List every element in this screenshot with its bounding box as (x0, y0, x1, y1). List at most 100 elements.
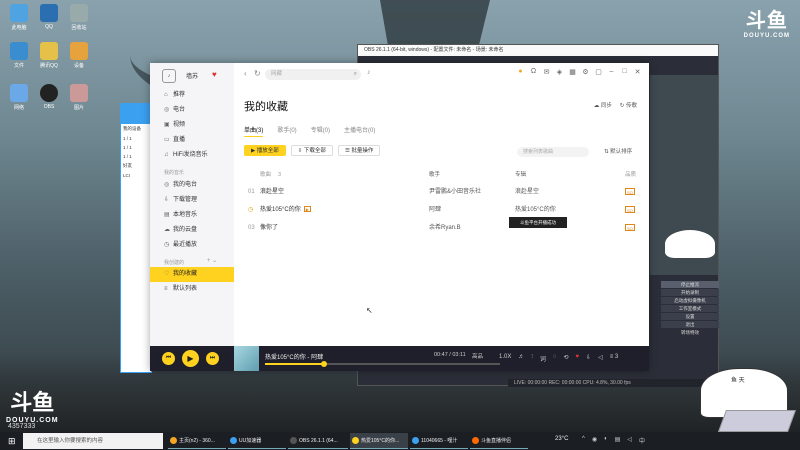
sidebar-item-cloud[interactable]: ☁ 我的云盘 (150, 223, 234, 238)
maximize-icon[interactable]: □ (621, 68, 628, 76)
progress-bar[interactable] (265, 361, 500, 367)
desktop-icon[interactable]: 文件 (4, 42, 34, 69)
download-icon[interactable]: ⇩ (586, 354, 591, 363)
volume-icon[interactable]: ◁ (598, 354, 603, 363)
next-button[interactable]: ⏭ (206, 352, 219, 365)
skin-icon[interactable]: ◈ (556, 68, 563, 76)
table-row[interactable]: 01 浪赴星空 尹雷鹏&小田音乐社 浪赴星空 SQ (244, 183, 639, 201)
qq-item[interactable]: LCI (121, 171, 151, 180)
table-row[interactable]: ◷ 热爱105°C的你 ▶ 阿肆 热爱105°C的你 SQ (244, 201, 639, 219)
download-all-button[interactable]: ⇩ 下载全部 (290, 145, 333, 156)
qq-item[interactable]: 1 / 1 (121, 134, 151, 143)
qq-panel[interactable]: 我的设备 1 / 1 1 / 1 1 / 1 好友 LCI (120, 103, 152, 373)
sync-button[interactable]: ☁ 同步 (594, 101, 612, 109)
qq-item[interactable]: 我的设备 (121, 124, 151, 134)
list-search-input[interactable]: 搜索列表歌曲 (517, 147, 589, 157)
taskbar-task[interactable]: 热爱105°C的你... (350, 433, 408, 449)
album-cover[interactable] (234, 346, 259, 371)
sidebar-item-live[interactable]: ▭ 直播 (150, 133, 234, 148)
table-row[interactable]: 03 像你了 余希Ryan.B SQ (244, 219, 639, 237)
refresh-icon[interactable]: ↻ (254, 69, 261, 78)
comment-icon[interactable]: ◌ (553, 354, 557, 363)
sidebar-item-local[interactable]: ▤ 本地音乐 (150, 208, 234, 223)
weather-temp[interactable]: 23°C (555, 436, 568, 442)
obs-settings-button[interactable]: 设置 (661, 313, 719, 320)
settings-icon[interactable]: ⚙ (582, 68, 589, 76)
qq-item[interactable]: 好友 (121, 161, 151, 171)
play-all-button[interactable]: ▶ 播放全部 (244, 145, 286, 156)
tab-albums[interactable]: 专辑(0) (311, 125, 330, 137)
taskbar-task[interactable]: 11040665 - 哩汁 (410, 433, 468, 449)
app-logo[interactable]: ♪ (162, 69, 176, 83)
network-icon[interactable]: ▤ (615, 436, 621, 445)
share-button[interactable]: ↻ 传歌 (620, 101, 637, 109)
taskbar-task[interactable]: UU加速器 (228, 433, 286, 449)
sidebar-item-recent[interactable]: ◷ 最近播放 (150, 238, 234, 253)
qq-item[interactable]: 1 / 1 (121, 143, 151, 152)
speed-button[interactable]: 1.0X (499, 354, 511, 363)
taskbar-task[interactable]: OBS 26.1.1 (64... (288, 433, 348, 449)
effects-icon[interactable]: ♬ (518, 354, 524, 363)
qq-item[interactable]: 1 / 1 (121, 152, 151, 161)
headphone-icon[interactable]: Ω (530, 68, 537, 76)
tray-up-icon[interactable]: ^ (582, 436, 585, 445)
taskbar-search-input[interactable]: 在这里输入你要搜索的内容 (23, 433, 163, 449)
sidebar-item-default-list[interactable]: ≡ 默认列表 (150, 282, 234, 297)
vip-icon[interactable]: ● (517, 68, 524, 76)
tab-songs[interactable]: 单曲(3) (244, 125, 264, 137)
like-heart-icon[interactable]: ♥ (575, 354, 579, 363)
sidebar-item-favorites[interactable]: ♡ 我的收藏 (150, 267, 234, 282)
ime-icon[interactable]: 中 (639, 436, 645, 445)
prev-button[interactable]: ⏮ (162, 352, 175, 365)
minimize-icon[interactable]: – (608, 68, 615, 76)
vip-heart-icon[interactable]: ♥ (212, 70, 217, 79)
obs-stop-stream-button[interactable]: 停止推流 (661, 281, 719, 288)
sidebar-item-downloads[interactable]: ⇩ 下载管理 (150, 193, 234, 208)
sort-button[interactable]: ⇅ 默认排序 (604, 147, 632, 155)
mini-mode-icon[interactable]: ▢ (595, 68, 602, 76)
tray-app-icon[interactable]: ◐ (604, 436, 608, 445)
desktop-icon[interactable]: OBS (34, 84, 64, 110)
gift-icon[interactable]: ▦ (569, 68, 576, 76)
obs-start-record-button[interactable]: 开始录制 (661, 289, 719, 296)
quality-button[interactable]: 高品 (472, 352, 483, 360)
tab-radio[interactable]: 主播电台(0) (344, 125, 375, 137)
user-name[interactable]: 墙苏 (186, 71, 198, 80)
sidebar-item-recommend[interactable]: ⌂ 推荐 (150, 88, 234, 103)
back-icon[interactable]: ‹ (244, 69, 247, 78)
close-icon[interactable]: ✕ (634, 68, 641, 76)
play-pause-button[interactable]: ▶ (182, 350, 199, 367)
sidebar-item-radio[interactable]: ◎ 电台 (150, 103, 234, 118)
volume-tray-icon[interactable]: ◁ (627, 436, 632, 445)
obs-virtual-camera-button[interactable]: 启动虚拟摄像机 (661, 297, 719, 304)
obs-studio-mode-button[interactable]: 工作室模式 (661, 305, 719, 312)
tab-artists[interactable]: 歌手(0) (277, 125, 296, 137)
windows-start-icon[interactable]: ⊞ (8, 436, 16, 447)
voice-icon[interactable]: ♪ (367, 69, 371, 76)
desktop-icon[interactable]: 腾讯QQ (34, 42, 64, 69)
taskbar-task[interactable]: 斗鱼直播伴侣 (470, 433, 528, 449)
progress-knob[interactable] (320, 361, 327, 367)
sidebar-item-my-radio[interactable]: ◎ 我的电台 (150, 178, 234, 193)
sidebar-item-video[interactable]: ▣ 视频 (150, 118, 234, 133)
search-input[interactable]: 网藏 ⌕ (265, 69, 361, 80)
desktop-icon[interactable]: 此电脑 (4, 4, 34, 31)
now-playing-title[interactable]: 热爱105°C的你 - 阿肆 (265, 352, 323, 361)
playmode-icon[interactable]: ⟲ (563, 354, 568, 363)
mv-icon[interactable]: ▶ (303, 206, 311, 212)
batch-button[interactable]: ☰ 批量操作 (337, 145, 381, 156)
add-playlist-icon[interactable]: + ⌄ (207, 257, 217, 264)
equalizer-icon[interactable]: ⫶ (531, 354, 533, 363)
playlist-count[interactable]: ≡ 3 (610, 354, 619, 363)
tray-app-icon[interactable]: ◉ (592, 436, 597, 445)
desktop-icon[interactable]: 回收站 (64, 4, 94, 31)
desktop-icon[interactable]: 设备 (64, 42, 94, 69)
mail-icon[interactable]: ✉ (543, 68, 550, 76)
lyrics-icon[interactable]: 词 (540, 354, 546, 363)
taskbar-task[interactable]: 主页(n2) - 360... (168, 433, 226, 449)
sidebar-item-hifi[interactable]: ♫ HiFi发烧音乐 (150, 148, 234, 163)
desktop-icon[interactable]: QQ (34, 4, 64, 30)
obs-exit-button[interactable]: 退出 (661, 321, 719, 328)
desktop-icon[interactable]: 网络 (4, 84, 34, 111)
desktop-icon[interactable]: 图片 (64, 84, 94, 111)
